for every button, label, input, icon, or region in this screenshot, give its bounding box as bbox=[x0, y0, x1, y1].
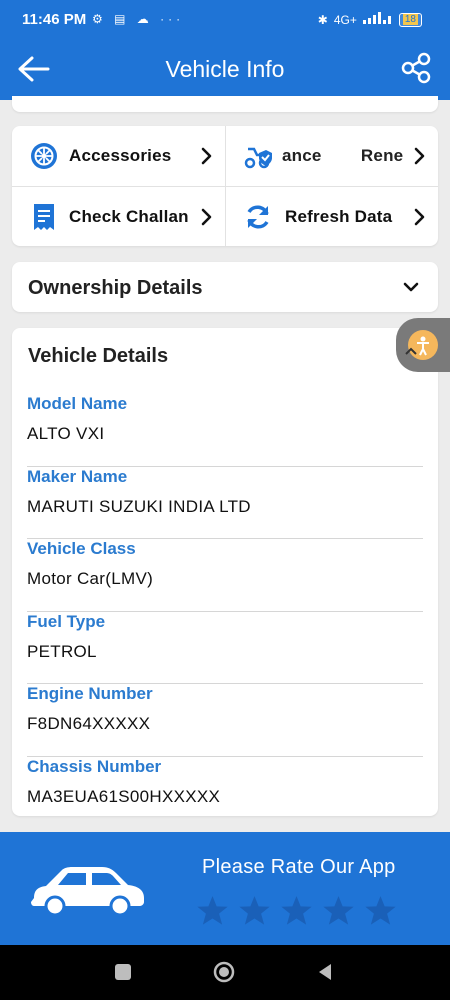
status-time: 11:46 PM bbox=[22, 11, 87, 28]
rate-app-banner: Please Rate Our App bbox=[0, 832, 450, 945]
detail-row-fuel-type: Fuel Type PETROL bbox=[27, 611, 423, 684]
detail-row-engine-number: Engine Number F8DN64XXXXX bbox=[27, 684, 423, 757]
bluetooth-icon: ✱ bbox=[317, 12, 328, 27]
field-label: Vehicle Class bbox=[27, 539, 136, 558]
battery-level: 18 bbox=[402, 13, 418, 25]
signal-icon bbox=[362, 12, 393, 27]
ownership-details-toggle[interactable]: Ownership Details bbox=[12, 262, 438, 312]
field-value: PETROL bbox=[27, 641, 97, 661]
status-bar: 11:46 PM ⚙ ▤ ☁ ··· ✱ 4G+ 18 bbox=[0, 0, 450, 40]
ownership-details-label: Ownership Details bbox=[28, 277, 203, 299]
vehicle-details-heading: Vehicle Details bbox=[28, 345, 169, 367]
vehicle-details-card: Vehicle Details Model Name ALTO VXI Make… bbox=[12, 328, 438, 816]
caret-up-icon bbox=[405, 347, 417, 355]
detail-row-model-name: Model Name ALTO VXI bbox=[27, 394, 423, 467]
check-challan-button[interactable]: Check Challan bbox=[12, 187, 225, 247]
previous-card-edge bbox=[12, 96, 438, 112]
status-notification-icons: ⚙ ▤ ☁ ··· bbox=[92, 12, 185, 26]
field-label: Engine Number bbox=[27, 684, 153, 703]
detail-row-chassis-number: Chassis Number MA3EUA61S00HXXXXX bbox=[27, 757, 423, 830]
detail-row-maker-name: Maker Name MARUTI SUZUKI INDIA LTD bbox=[27, 466, 423, 539]
refresh-icon bbox=[247, 205, 269, 229]
system-nav-bar bbox=[0, 945, 450, 1000]
field-label: Fuel Type bbox=[27, 611, 106, 631]
accessories-label: Accessories bbox=[69, 146, 172, 165]
recents-square-icon[interactable] bbox=[112, 961, 134, 983]
chevron-right-icon bbox=[414, 208, 425, 226]
network-label: 4G+ bbox=[333, 12, 357, 27]
rating-stars bbox=[196, 894, 397, 927]
star-icon[interactable] bbox=[364, 894, 397, 927]
car-icon bbox=[31, 867, 144, 917]
quick-actions-card: Accessories ance Rene Check Challan Refr… bbox=[12, 126, 438, 246]
field-value: MARUTI SUZUKI INDIA LTD bbox=[27, 496, 251, 516]
accessories-button[interactable]: Accessories bbox=[12, 126, 225, 186]
chevron-right-icon bbox=[414, 147, 425, 165]
field-value: F8DN64XXXXX bbox=[27, 714, 151, 733]
check-challan-label: Check Challan bbox=[69, 207, 189, 226]
detail-row-vehicle-class: Vehicle Class Motor Car(LMV) bbox=[27, 539, 423, 612]
app-bar: Vehicle Info bbox=[0, 40, 450, 100]
chevron-right-icon bbox=[201, 147, 212, 165]
star-icon[interactable] bbox=[280, 894, 313, 927]
field-value: MA3EUA61S00HXXXXX bbox=[27, 786, 221, 806]
refresh-data-label: Refresh Data bbox=[285, 207, 393, 226]
field-label: Maker Name bbox=[27, 466, 128, 486]
page-title: Vehicle Info bbox=[165, 56, 285, 82]
chevron-down-icon bbox=[403, 282, 419, 292]
field-label: Model Name bbox=[27, 394, 128, 413]
wheel-icon bbox=[31, 143, 57, 169]
star-icon[interactable] bbox=[196, 894, 229, 927]
insurance-renew-label: ance Rene bbox=[282, 146, 404, 165]
field-label: Chassis Number bbox=[27, 756, 162, 776]
share-icon[interactable] bbox=[400, 52, 432, 84]
rate-app-text: Please Rate Our App bbox=[202, 856, 396, 878]
receipt-icon bbox=[34, 204, 54, 230]
field-value: ALTO VXI bbox=[27, 424, 105, 443]
floating-assist-button[interactable] bbox=[396, 318, 450, 372]
insurance-renew-button[interactable]: ance Rene bbox=[226, 126, 438, 186]
chevron-right-icon bbox=[201, 208, 212, 226]
home-circle-icon[interactable] bbox=[213, 961, 235, 983]
status-right-icons: ✱ 4G+ 18 bbox=[318, 12, 422, 27]
back-triangle-icon[interactable] bbox=[314, 961, 336, 983]
scooter-shield-icon bbox=[244, 147, 272, 169]
battery-icon: 18 bbox=[398, 12, 422, 27]
star-icon[interactable] bbox=[238, 894, 271, 927]
star-icon[interactable] bbox=[322, 894, 355, 927]
refresh-data-button[interactable]: Refresh Data bbox=[226, 187, 438, 247]
field-value: Motor Car(LMV) bbox=[27, 569, 154, 588]
